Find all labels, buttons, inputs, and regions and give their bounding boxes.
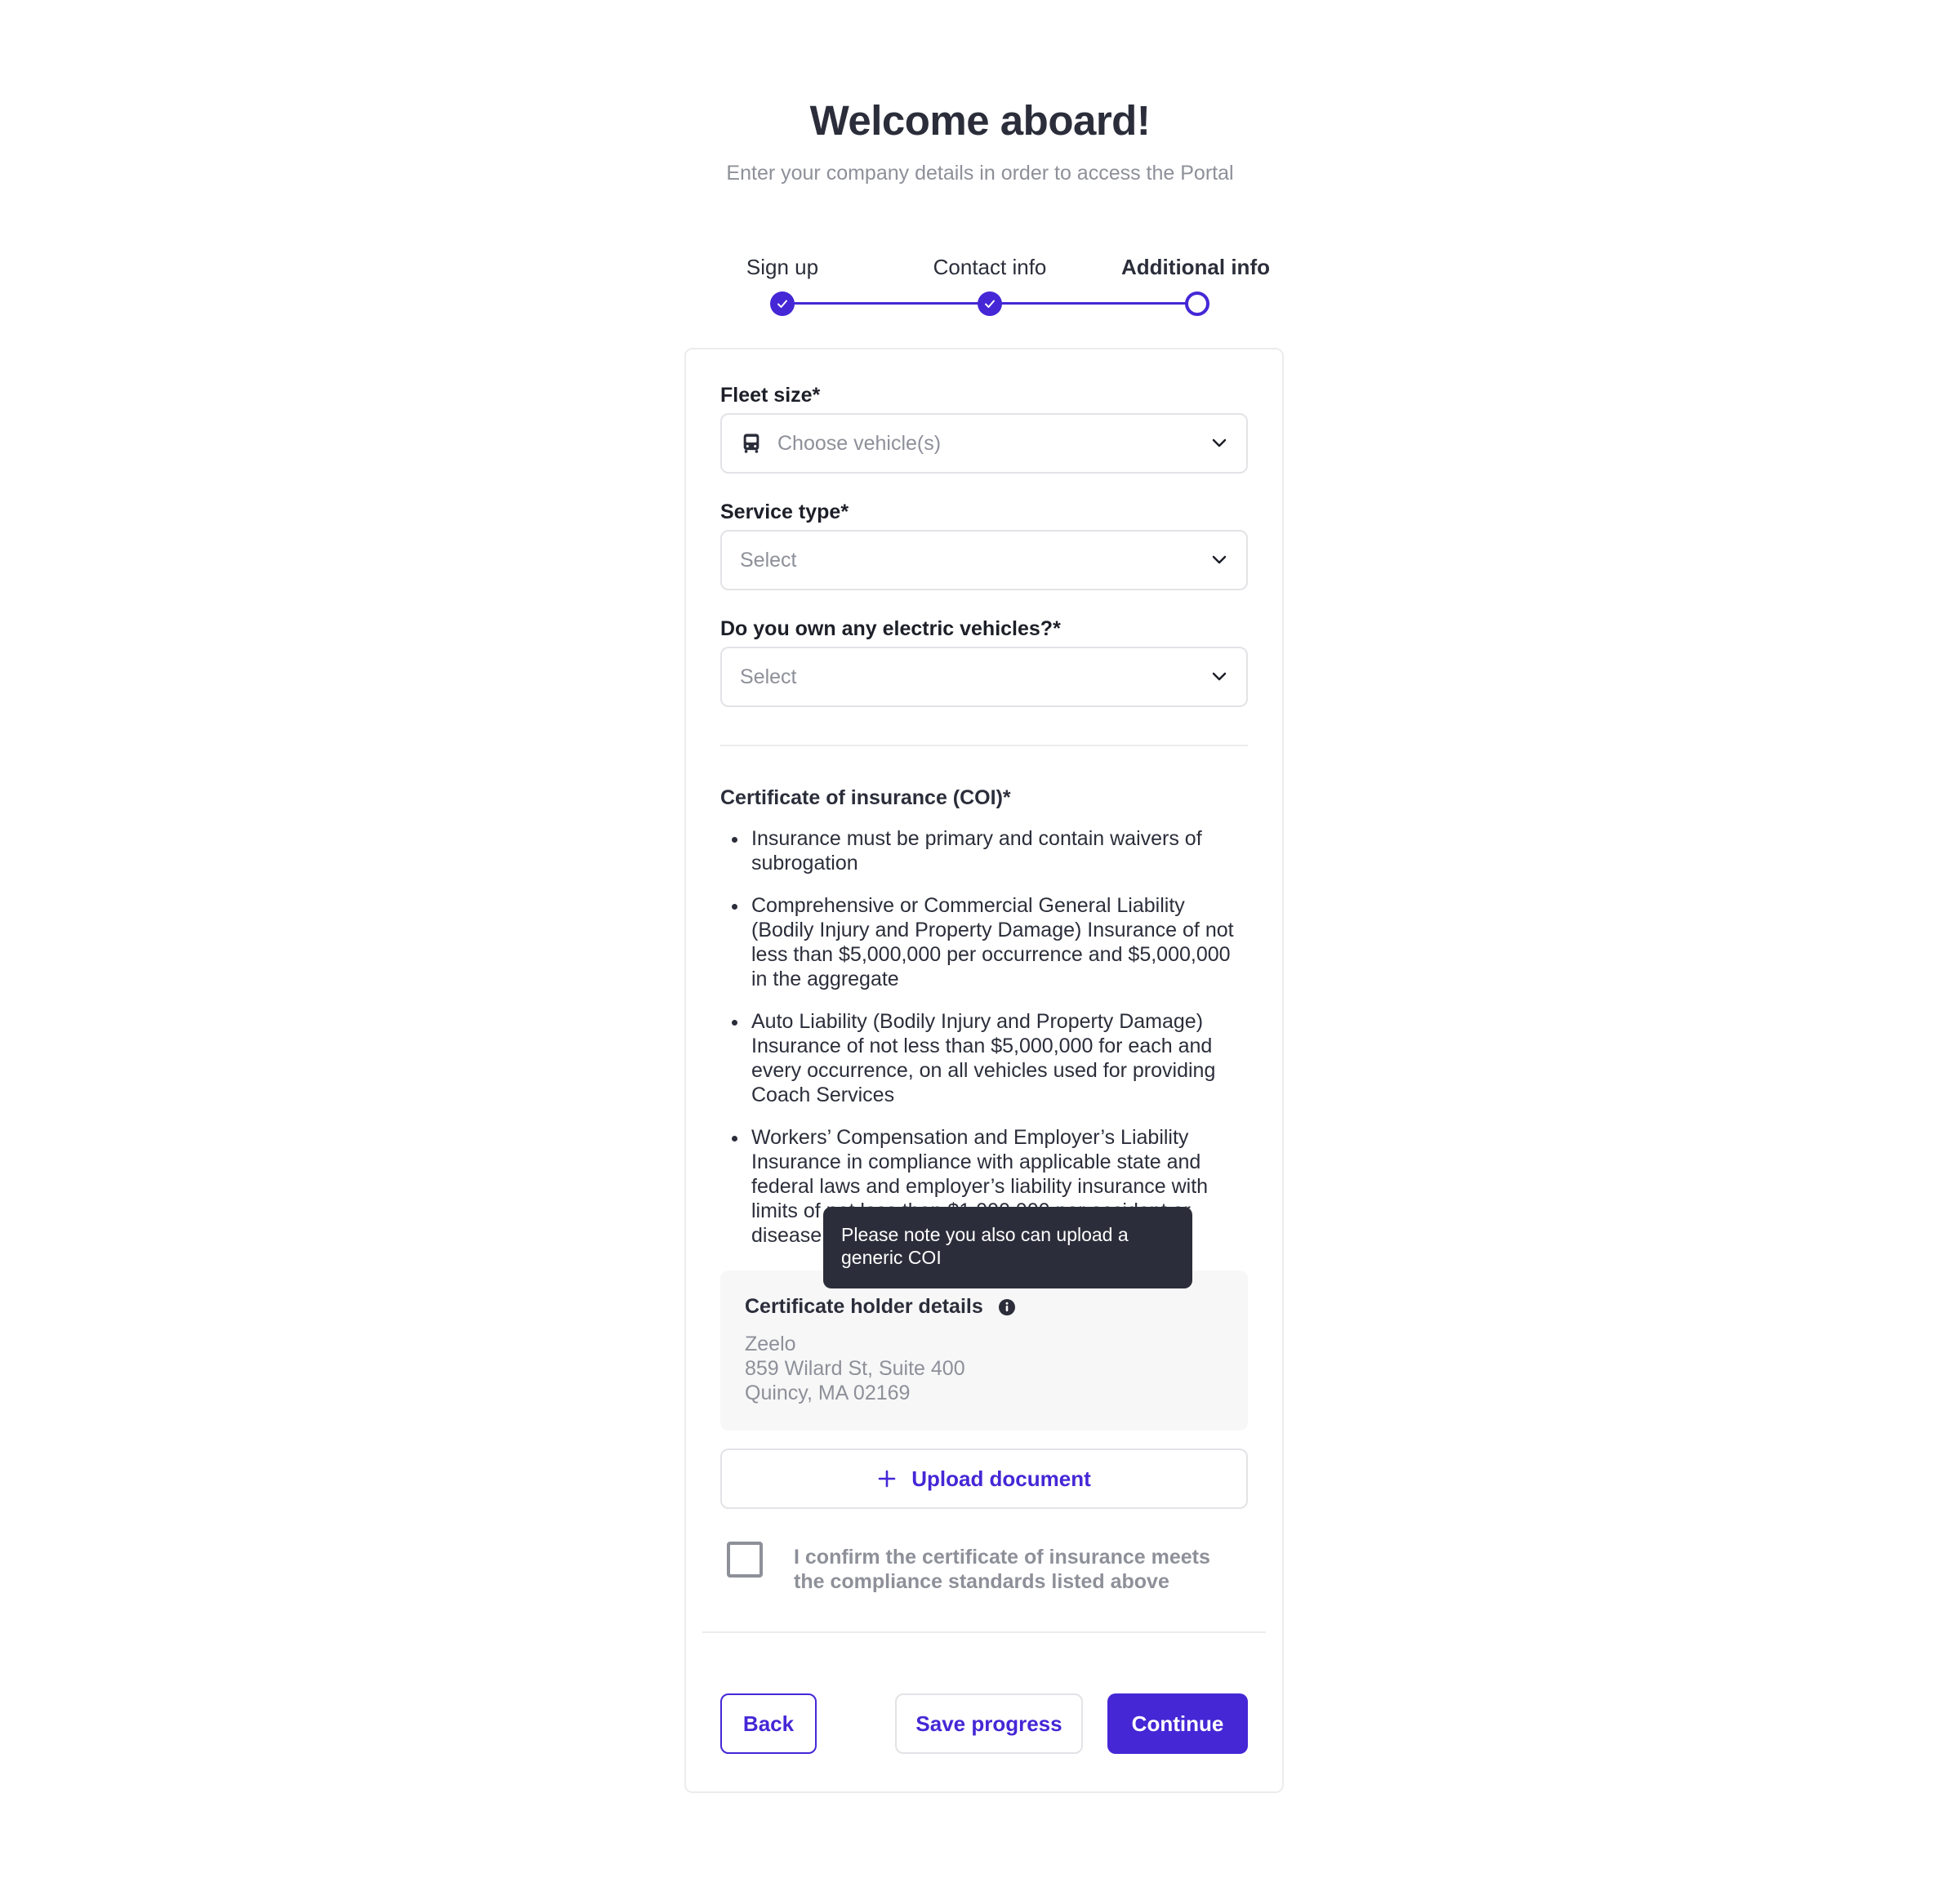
coi-requirements-list: Insurance must be primary and contain wa… bbox=[720, 826, 1243, 1266]
step-current-indicator bbox=[1185, 291, 1209, 316]
coi-requirement-item: Insurance must be primary and contain wa… bbox=[720, 826, 1243, 875]
page-subtitle: Enter your company details in order to a… bbox=[726, 162, 1234, 185]
page-title: Welcome aboard! bbox=[809, 97, 1151, 144]
generic-coi-tooltip: Please note you also can upload a generi… bbox=[823, 1207, 1192, 1288]
certificate-holder-title-text: Certificate holder details bbox=[745, 1295, 983, 1318]
fleet-size-placeholder: Choose vehicle(s) bbox=[777, 431, 942, 455]
fleet-size-label: Fleet size* bbox=[720, 384, 821, 407]
section-divider bbox=[720, 745, 1248, 746]
electric-vehicles-label: Do you own any electric vehicles?* bbox=[720, 617, 1061, 640]
continue-button[interactable]: Continue bbox=[1107, 1693, 1248, 1754]
step-label-contact-info: Contact info bbox=[933, 255, 1047, 279]
certificate-holder-title: Certificate holder details bbox=[745, 1295, 1016, 1319]
confirm-compliance-checkbox[interactable] bbox=[727, 1542, 763, 1578]
save-progress-button[interactable]: Save progress bbox=[895, 1693, 1083, 1754]
coi-requirement-item: Auto Liability (Bodily Injury and Proper… bbox=[720, 1009, 1243, 1107]
electric-vehicles-placeholder: Select bbox=[740, 665, 797, 688]
holder-company: Zeelo bbox=[745, 1333, 796, 1355]
footer-divider bbox=[702, 1631, 1266, 1633]
back-button[interactable]: Back bbox=[720, 1693, 817, 1754]
holder-city: Quincy, MA 02169 bbox=[745, 1382, 911, 1404]
step-complete-check-icon bbox=[978, 291, 1002, 316]
step-complete-check-icon bbox=[770, 291, 795, 316]
chevron-down-icon bbox=[1210, 434, 1228, 452]
confirm-compliance-label: I confirm the certificate of insurance m… bbox=[794, 1546, 1210, 1593]
holder-street: 859 Wilard St, Suite 400 bbox=[745, 1357, 965, 1380]
step-label-additional-info: Additional info bbox=[1121, 255, 1270, 279]
certificate-holder-box: Certificate holder details Zeelo 859 Wil… bbox=[720, 1271, 1248, 1431]
bus-icon bbox=[740, 432, 763, 455]
upload-document-button[interactable]: Upload document bbox=[720, 1449, 1248, 1509]
progress-stepper: Sign up Contact info Additional info bbox=[719, 245, 1290, 327]
upload-document-label: Upload document bbox=[911, 1466, 1091, 1491]
step-connector bbox=[782, 302, 990, 305]
onboarding-page: Welcome aboard! Enter your company detai… bbox=[0, 0, 1960, 1878]
service-type-label: Service type* bbox=[720, 501, 849, 523]
info-icon[interactable] bbox=[998, 1298, 1016, 1316]
coi-requirement-item: Comprehensive or Commercial General Liab… bbox=[720, 893, 1243, 991]
coi-title: Certificate of insurance (COI)* bbox=[720, 786, 1011, 809]
service-type-placeholder: Select bbox=[740, 548, 797, 572]
plus-icon bbox=[877, 1469, 897, 1489]
chevron-down-icon bbox=[1210, 551, 1228, 569]
step-label-sign-up: Sign up bbox=[746, 255, 819, 279]
fleet-size-select[interactable]: Choose vehicle(s) bbox=[720, 413, 1248, 474]
chevron-down-icon bbox=[1210, 668, 1228, 686]
step-connector bbox=[990, 302, 1197, 305]
service-type-select[interactable]: Select bbox=[720, 530, 1248, 590]
electric-vehicles-select[interactable]: Select bbox=[720, 647, 1248, 707]
